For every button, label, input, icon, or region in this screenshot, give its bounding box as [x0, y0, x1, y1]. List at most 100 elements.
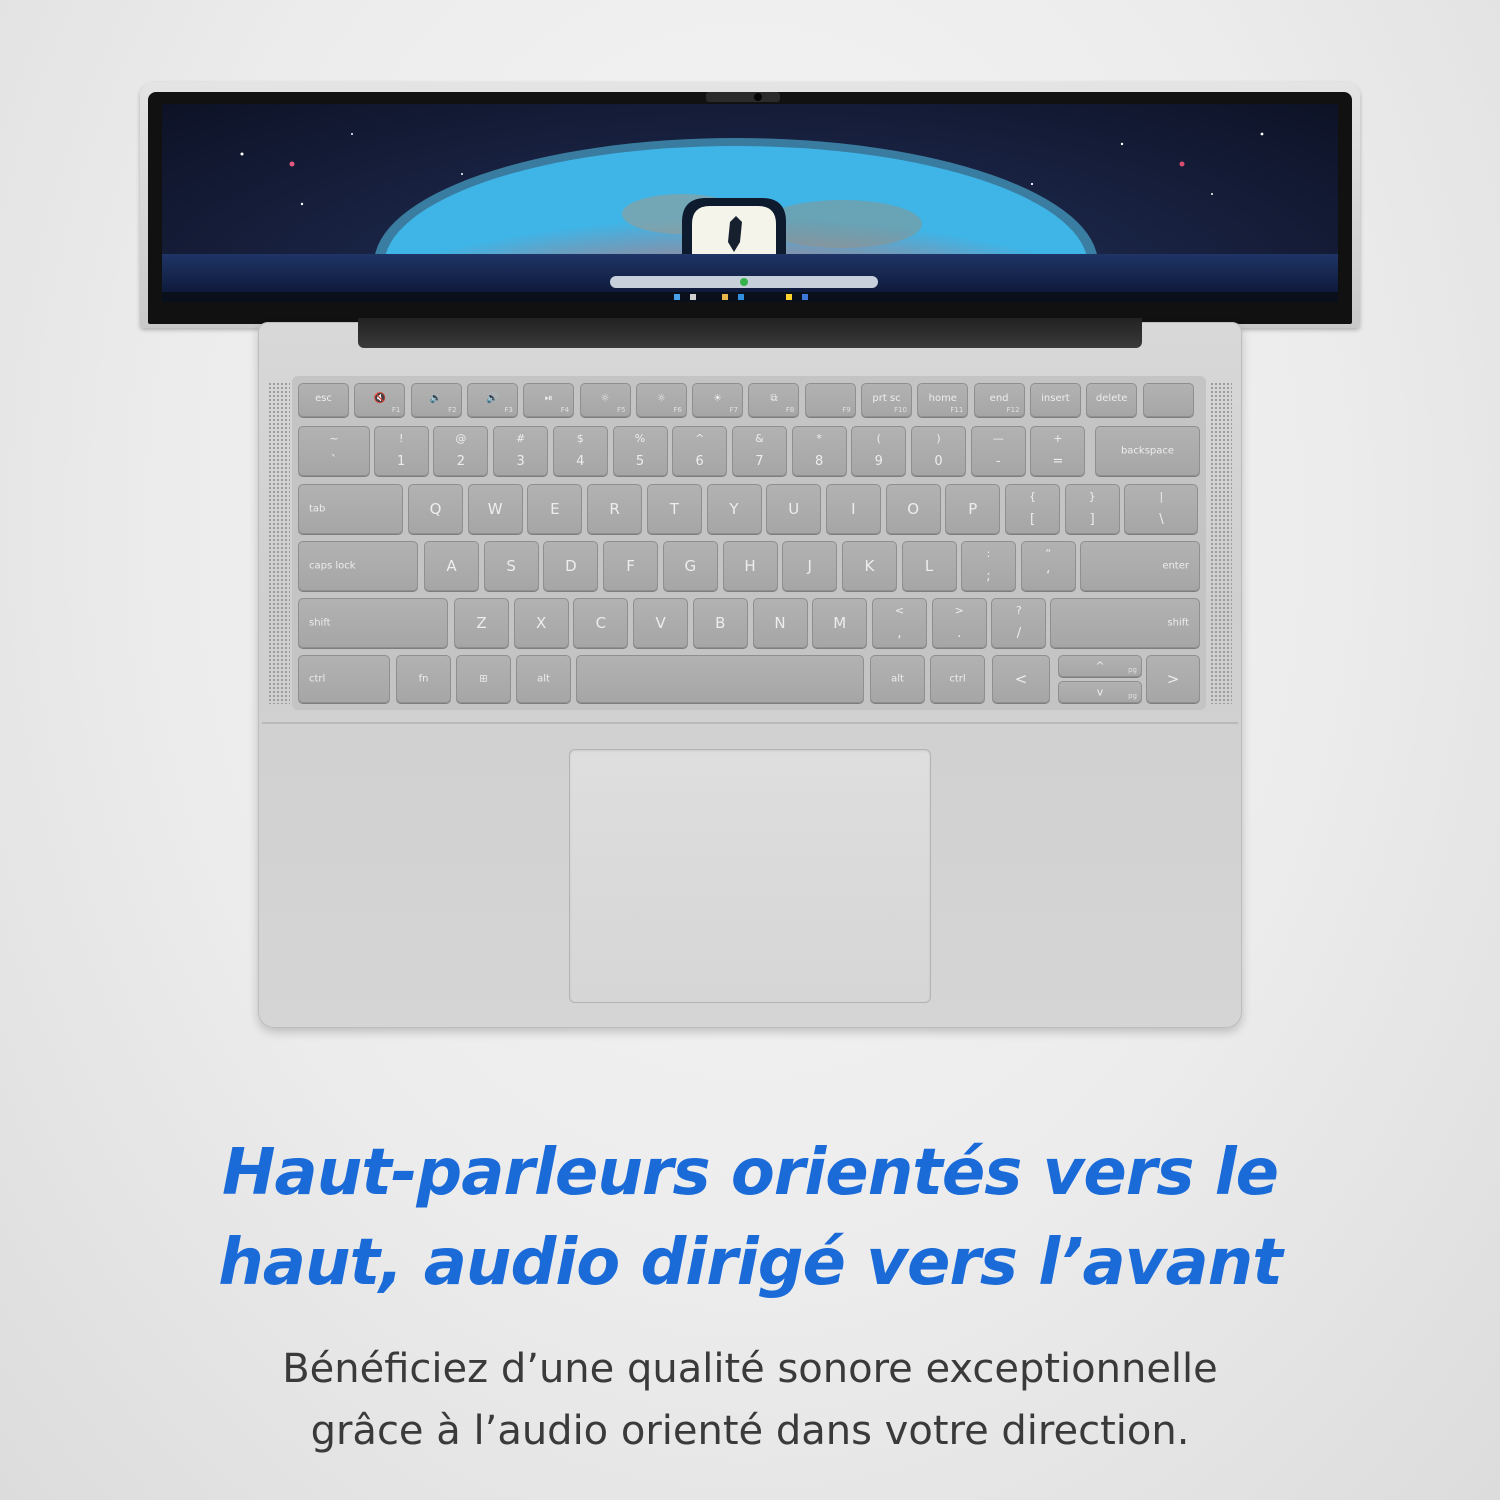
key-b[interactable]: B	[692, 598, 748, 648]
key-symbol-f3[interactable]: 🔊 F3	[466, 383, 518, 417]
key-right-alt[interactable]: alt	[870, 655, 925, 703]
key-left-shift[interactable]: shift	[298, 598, 448, 648]
files-icon[interactable]	[722, 294, 728, 300]
touchpad[interactable]	[569, 749, 931, 1003]
key-symbol-f2[interactable]: 🔉 F2	[410, 383, 462, 417]
key-symbol-f6[interactable]: ☼ F6	[635, 383, 687, 417]
key-r[interactable]: R	[587, 484, 643, 534]
key-bracket-1[interactable]: }]	[1064, 484, 1120, 534]
key-right-shift[interactable]: shift	[1050, 598, 1200, 648]
key-n[interactable]: N	[752, 598, 808, 648]
key-home-f11[interactable]: home F11	[917, 383, 969, 417]
key-right-ctrl[interactable]: ctrl	[930, 655, 985, 703]
key-d[interactable]: D	[543, 541, 599, 591]
key-windows[interactable]: ⊞	[456, 655, 511, 703]
key-w[interactable]: W	[467, 484, 523, 534]
key-8[interactable]: * 8	[791, 426, 847, 476]
key-a[interactable]: A	[424, 541, 479, 591]
key-arrow-right[interactable]: >	[1146, 655, 1200, 703]
key-7[interactable]: & 7	[731, 426, 787, 476]
key-k[interactable]: K	[841, 541, 897, 591]
key-punct-0[interactable]: :;	[961, 541, 1016, 591]
key-caps-lock[interactable]: caps lock	[298, 541, 418, 591]
key-bracket-0[interactable]: {[	[1005, 484, 1060, 534]
key-z[interactable]: Z	[454, 598, 509, 648]
key-q[interactable]: Q	[408, 484, 463, 534]
key-symbol[interactable]: + =	[1030, 426, 1086, 476]
key-symbol-f1[interactable]: 🔇 F1	[354, 383, 406, 417]
key-y[interactable]: Y	[706, 484, 762, 534]
key-tab[interactable]: tab	[298, 484, 403, 534]
key-label: prt sc	[872, 393, 901, 404]
key-backspace[interactable]: backspace	[1095, 426, 1200, 476]
key-left-alt[interactable]: alt	[516, 655, 571, 703]
key-0[interactable]: ) 0	[911, 426, 966, 476]
key-label: ⧉	[770, 393, 778, 404]
key-p[interactable]: P	[945, 484, 1001, 534]
key-symbol[interactable]: — -	[970, 426, 1026, 476]
key-label: >	[1166, 670, 1180, 688]
key-o[interactable]: O	[885, 484, 941, 534]
key-fn[interactable]: fn	[396, 655, 451, 703]
key-f[interactable]: F	[603, 541, 659, 591]
key-h[interactable]: H	[722, 541, 778, 591]
key-c[interactable]: C	[573, 598, 629, 648]
key-prt-sc-f10[interactable]: prt sc F10	[861, 383, 912, 417]
key-spacebar[interactable]	[576, 655, 864, 703]
key-label: shift	[1167, 617, 1189, 629]
key-punct-b-2[interactable]: ? /	[991, 598, 1047, 648]
mail-icon[interactable]	[802, 294, 808, 300]
key-insert[interactable]: insert	[1029, 383, 1081, 417]
key-label: 9	[874, 454, 883, 469]
key-i[interactable]: I	[825, 484, 881, 534]
key-label: ,	[897, 626, 902, 641]
key-symbol-f5[interactable]: ☼ F5	[579, 383, 631, 417]
key-symbol[interactable]: ~ `	[298, 426, 370, 476]
key-punct-b-1[interactable]: >.	[931, 598, 987, 648]
browser-icon[interactable]	[738, 294, 744, 300]
windows-icon[interactable]	[674, 294, 680, 300]
key-9[interactable]: (9	[851, 426, 907, 476]
key-arrow-down-pgdn[interactable]: v pg	[1058, 681, 1142, 703]
key-symbol-f8[interactable]: ⧉ F8	[748, 383, 800, 417]
key-left-ctrl[interactable]: ctrl	[298, 655, 390, 703]
key-punct-b-0[interactable]: <,	[872, 598, 927, 648]
key-x[interactable]: X	[513, 598, 569, 648]
key-j[interactable]: J	[782, 541, 838, 591]
key-delete[interactable]: delete	[1086, 383, 1138, 417]
key-symbol-f7[interactable]: ☀ F7	[692, 383, 744, 417]
key-3[interactable]: #3	[493, 426, 549, 476]
subtext-line-1: Bénéficiez d’une qualité sonore exceptio…	[282, 1346, 1218, 1392]
key-1[interactable]: ! 1	[373, 426, 429, 476]
key-enter[interactable]: enter	[1080, 541, 1200, 591]
key-esc[interactable]: esc	[298, 383, 349, 417]
key-symbol-f4[interactable]: ⏯ F4	[523, 383, 575, 417]
key-arrow-up-pgup[interactable]: ^ pg	[1058, 655, 1142, 677]
key-l[interactable]: L	[901, 541, 957, 591]
key-6[interactable]: ^ 6	[672, 426, 728, 476]
key-blank[interactable]	[1142, 383, 1194, 417]
key-label: .	[957, 626, 962, 641]
key-label: 2	[456, 454, 466, 469]
key-s[interactable]: S	[483, 541, 539, 591]
laptop-screen	[162, 104, 1338, 302]
key-label: B	[715, 614, 726, 632]
key-punct-1[interactable]: “‘	[1020, 541, 1076, 591]
store-icon[interactable]	[786, 294, 792, 300]
key-u[interactable]: U	[766, 484, 822, 534]
key-4[interactable]: $4	[552, 426, 608, 476]
key-5[interactable]: % 5	[612, 426, 668, 476]
key-end-f12[interactable]: end F12	[973, 383, 1025, 417]
key-e[interactable]: E	[527, 484, 583, 534]
key-label: Q	[429, 500, 442, 518]
key-blank-f9[interactable]: F9	[804, 383, 856, 417]
key-t[interactable]: T	[646, 484, 702, 534]
search-icon[interactable]	[690, 294, 696, 300]
key-label: ]	[1089, 512, 1095, 527]
key-arrow-left[interactable]: <	[992, 655, 1050, 703]
key-bracket-2[interactable]: | \	[1124, 484, 1199, 534]
key-2[interactable]: @2	[433, 426, 489, 476]
key-m[interactable]: M	[812, 598, 868, 648]
key-g[interactable]: G	[662, 541, 718, 591]
key-v[interactable]: V	[633, 598, 689, 648]
